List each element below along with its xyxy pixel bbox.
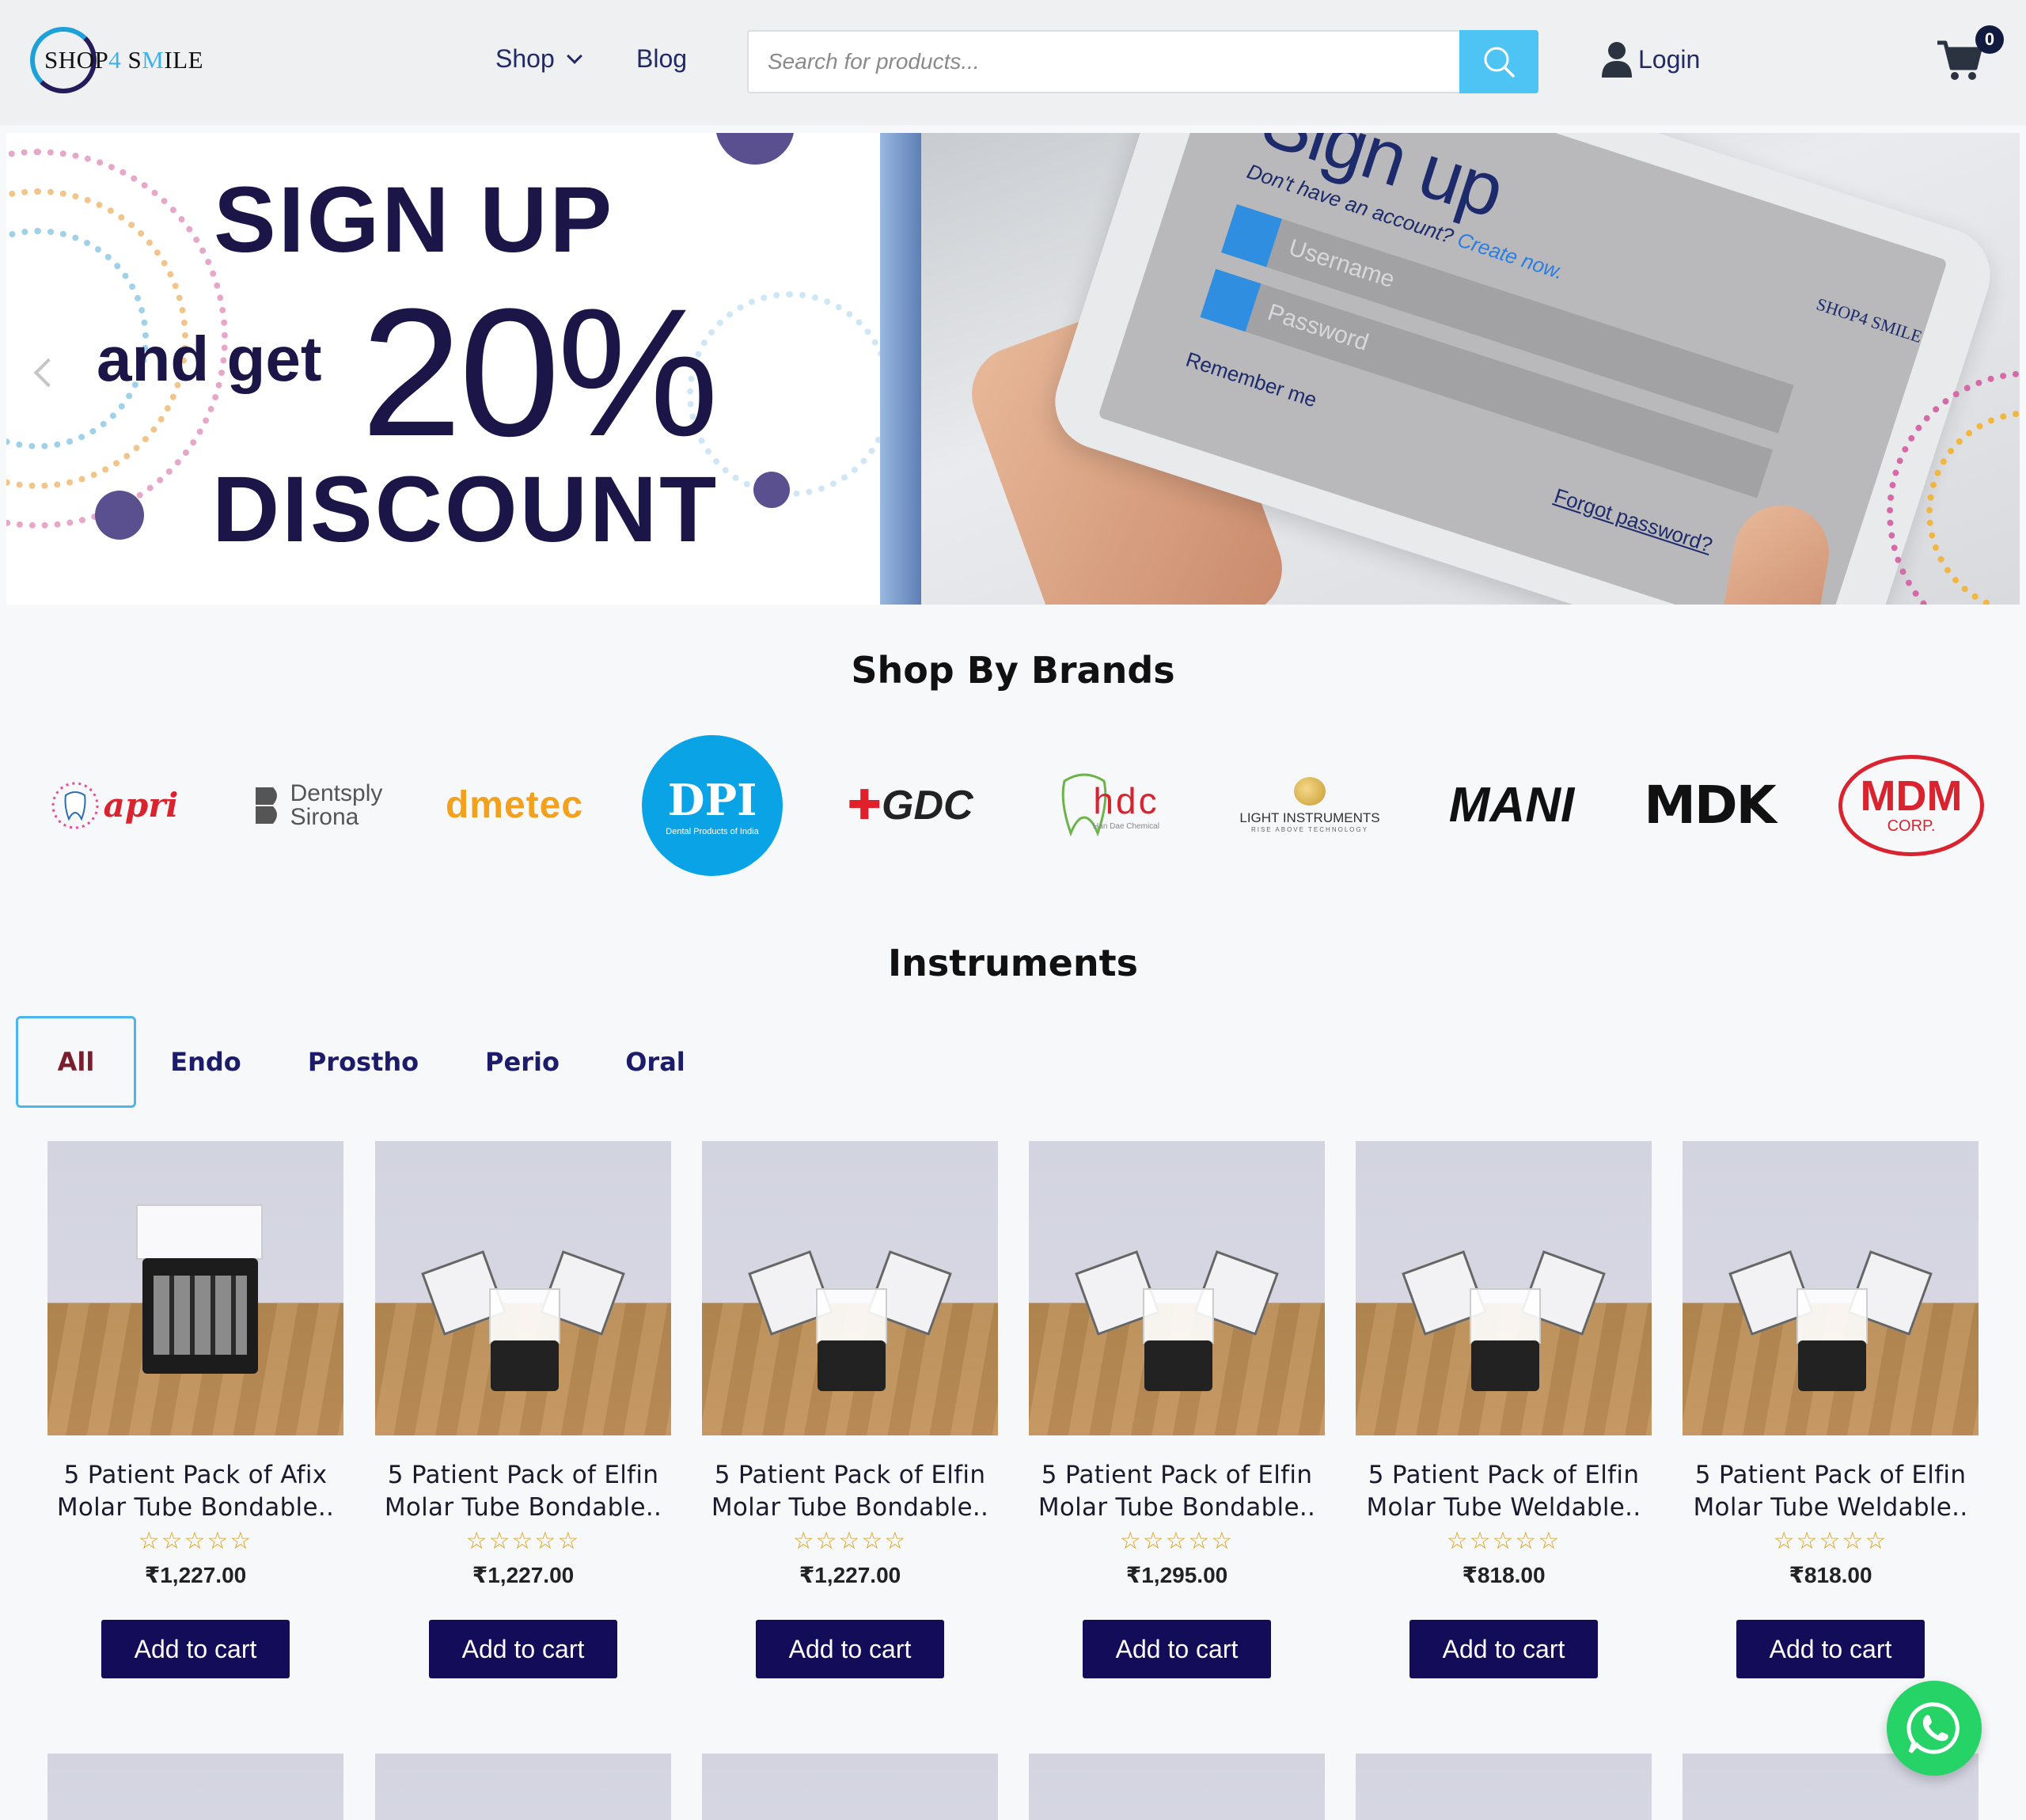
brands-heading: Shop By Brands (851, 649, 1175, 692)
gdc-cross-icon: ✚ (847, 782, 882, 828)
search-bar (747, 30, 1538, 93)
tooth-icon (51, 782, 99, 828)
banner-divider (880, 133, 921, 605)
brand-dentsply-sirona[interactable]: Dentsply Sirona (237, 732, 396, 878)
product-image[interactable] (375, 1141, 671, 1435)
decorative-circle (753, 472, 790, 508)
product-image[interactable] (47, 1754, 343, 1820)
logo-text: SHOP4 SMILE (44, 46, 204, 74)
brands-carousel: apri Dentsply Sirona dmetec DPI Dental P… (40, 732, 1986, 878)
nav-shop-label: Shop (495, 44, 555, 73)
banner-headline-2: and get (97, 324, 322, 394)
brand-dpi[interactable]: DPI Dental Products of India (641, 732, 783, 878)
add-to-cart-button[interactable]: Add to cart (756, 1620, 944, 1678)
add-to-cart-button[interactable]: Add to cart (101, 1620, 290, 1678)
product-image[interactable] (1356, 1754, 1652, 1820)
tab-perio[interactable]: Perio (451, 1016, 594, 1108)
site-header: SHOP4 SMILE Shop Blog Login 0 (0, 0, 2026, 125)
product-title[interactable]: 5 Patient Pack of Elfin Molar Tube Bondab… (1021, 1459, 1333, 1524)
instruments-heading: Instruments (888, 942, 1138, 984)
tablet-logo: SHOP4 SMILE (1814, 294, 1925, 347)
tablet-forgot: Forgot password? (1551, 483, 1716, 557)
search-icon (1484, 47, 1515, 78)
brand-dmetec[interactable]: dmetec (435, 732, 594, 878)
nav-blog[interactable]: Blog (636, 44, 687, 74)
tablet-remember: Remember me (1182, 347, 1320, 412)
nav-shop[interactable]: Shop (495, 44, 582, 74)
banner-left-panel: SIGN UP and get 20% DISCOUNT (6, 133, 893, 605)
light-logo-icon (1294, 777, 1326, 806)
add-to-cart-button[interactable]: Add to cart (429, 1620, 617, 1678)
site-logo[interactable]: SHOP4 SMILE (30, 24, 204, 100)
star-rating: ☆☆☆☆☆ (465, 1528, 581, 1554)
decorative-circle (95, 491, 144, 540)
brand-mdm[interactable]: MDM CORP. (1836, 732, 1986, 878)
star-rating: ☆☆☆☆☆ (138, 1528, 253, 1554)
add-to-cart-button[interactable]: Add to cart (1083, 1620, 1271, 1678)
user-icon (1602, 42, 1632, 78)
brand-apri[interactable]: apri (40, 732, 190, 878)
product-image[interactable] (47, 1141, 343, 1435)
banner-headline-4: DISCOUNT (212, 457, 719, 562)
product-price: ₹1,295.00 (1125, 1563, 1228, 1587)
product-image[interactable] (1029, 1141, 1325, 1435)
add-to-cart-button[interactable]: Add to cart (1409, 1620, 1598, 1678)
hero-banner[interactable]: SIGN UP and get 20% DISCOUNT Sign up Don… (6, 133, 2020, 605)
dentsply-mark-icon (255, 787, 277, 824)
tab-oral[interactable]: Oral (594, 1016, 717, 1108)
star-rating: ☆☆☆☆☆ (1773, 1528, 1888, 1554)
brand-mani[interactable]: MANI (1432, 732, 1591, 878)
tab-endo[interactable]: Endo (136, 1016, 275, 1108)
banner-discount: 20% (361, 271, 719, 474)
login-link[interactable]: Login (1600, 41, 1700, 78)
product-title[interactable]: 5 Patient Pack of Afix Molar Tube Bondabl… (40, 1459, 351, 1524)
star-rating: ☆☆☆☆☆ (1446, 1528, 1561, 1554)
add-to-cart-button[interactable]: Add to cart (1736, 1620, 1925, 1678)
user-icon (1221, 204, 1282, 267)
product-price: ₹1,227.00 (472, 1563, 575, 1587)
product-image[interactable] (1029, 1754, 1325, 1820)
product-image[interactable] (1683, 1141, 1979, 1435)
chevron-down-icon (566, 47, 582, 64)
product-image[interactable] (702, 1754, 998, 1820)
banner-photo: Sign up Don't have an account? Create no… (921, 133, 2020, 605)
star-rating: ☆☆☆☆☆ (792, 1528, 908, 1554)
brand-hdc[interactable]: hdc Han Dae Chemical (1029, 732, 1187, 878)
product-image[interactable] (375, 1754, 671, 1820)
search-button[interactable] (1459, 30, 1538, 93)
cart-count-badge: 0 (1975, 25, 2004, 54)
lock-icon (1200, 268, 1262, 332)
decorative-circle (715, 133, 795, 165)
product-title[interactable]: 5 Patient Pack of Elfin Molar Tube Bondab… (694, 1459, 1006, 1524)
whatsapp-button[interactable] (1887, 1681, 1982, 1776)
product-image[interactable] (702, 1141, 998, 1435)
tab-all[interactable]: All (16, 1016, 136, 1108)
brand-gdc[interactable]: ✚ GDC (831, 732, 989, 878)
product-price: ₹818.00 (1789, 1563, 1872, 1587)
brand-light-instruments[interactable]: LIGHT INSTRUMENTS RISE ABOVE TECHNOLOGY (1227, 732, 1393, 878)
product-price: ₹818.00 (1462, 1563, 1546, 1587)
category-tabs: All Endo Prostho Perio Oral (16, 1016, 717, 1108)
star-rating: ☆☆☆☆☆ (1119, 1528, 1235, 1554)
tab-prostho[interactable]: Prostho (275, 1016, 451, 1108)
product-title[interactable]: 5 Patient Pack of Elfin Molar Tube Bondab… (367, 1459, 679, 1524)
brand-mdk[interactable]: MDK (1630, 732, 1789, 878)
product-price: ₹1,227.00 (799, 1563, 901, 1587)
product-image[interactable] (1356, 1141, 1652, 1435)
whatsapp-icon (1906, 1702, 1960, 1754)
login-label: Login (1638, 44, 1701, 74)
product-price: ₹1,227.00 (144, 1563, 247, 1587)
banner-headline-1: SIGN UP (214, 168, 615, 272)
product-title[interactable]: 5 Patient Pack of Elfin Molar Tube Weldab… (1348, 1459, 1660, 1524)
product-title[interactable]: 5 Patient Pack of Elfin Molar Tube Weldab… (1675, 1459, 1986, 1524)
search-input[interactable] (768, 32, 1464, 92)
